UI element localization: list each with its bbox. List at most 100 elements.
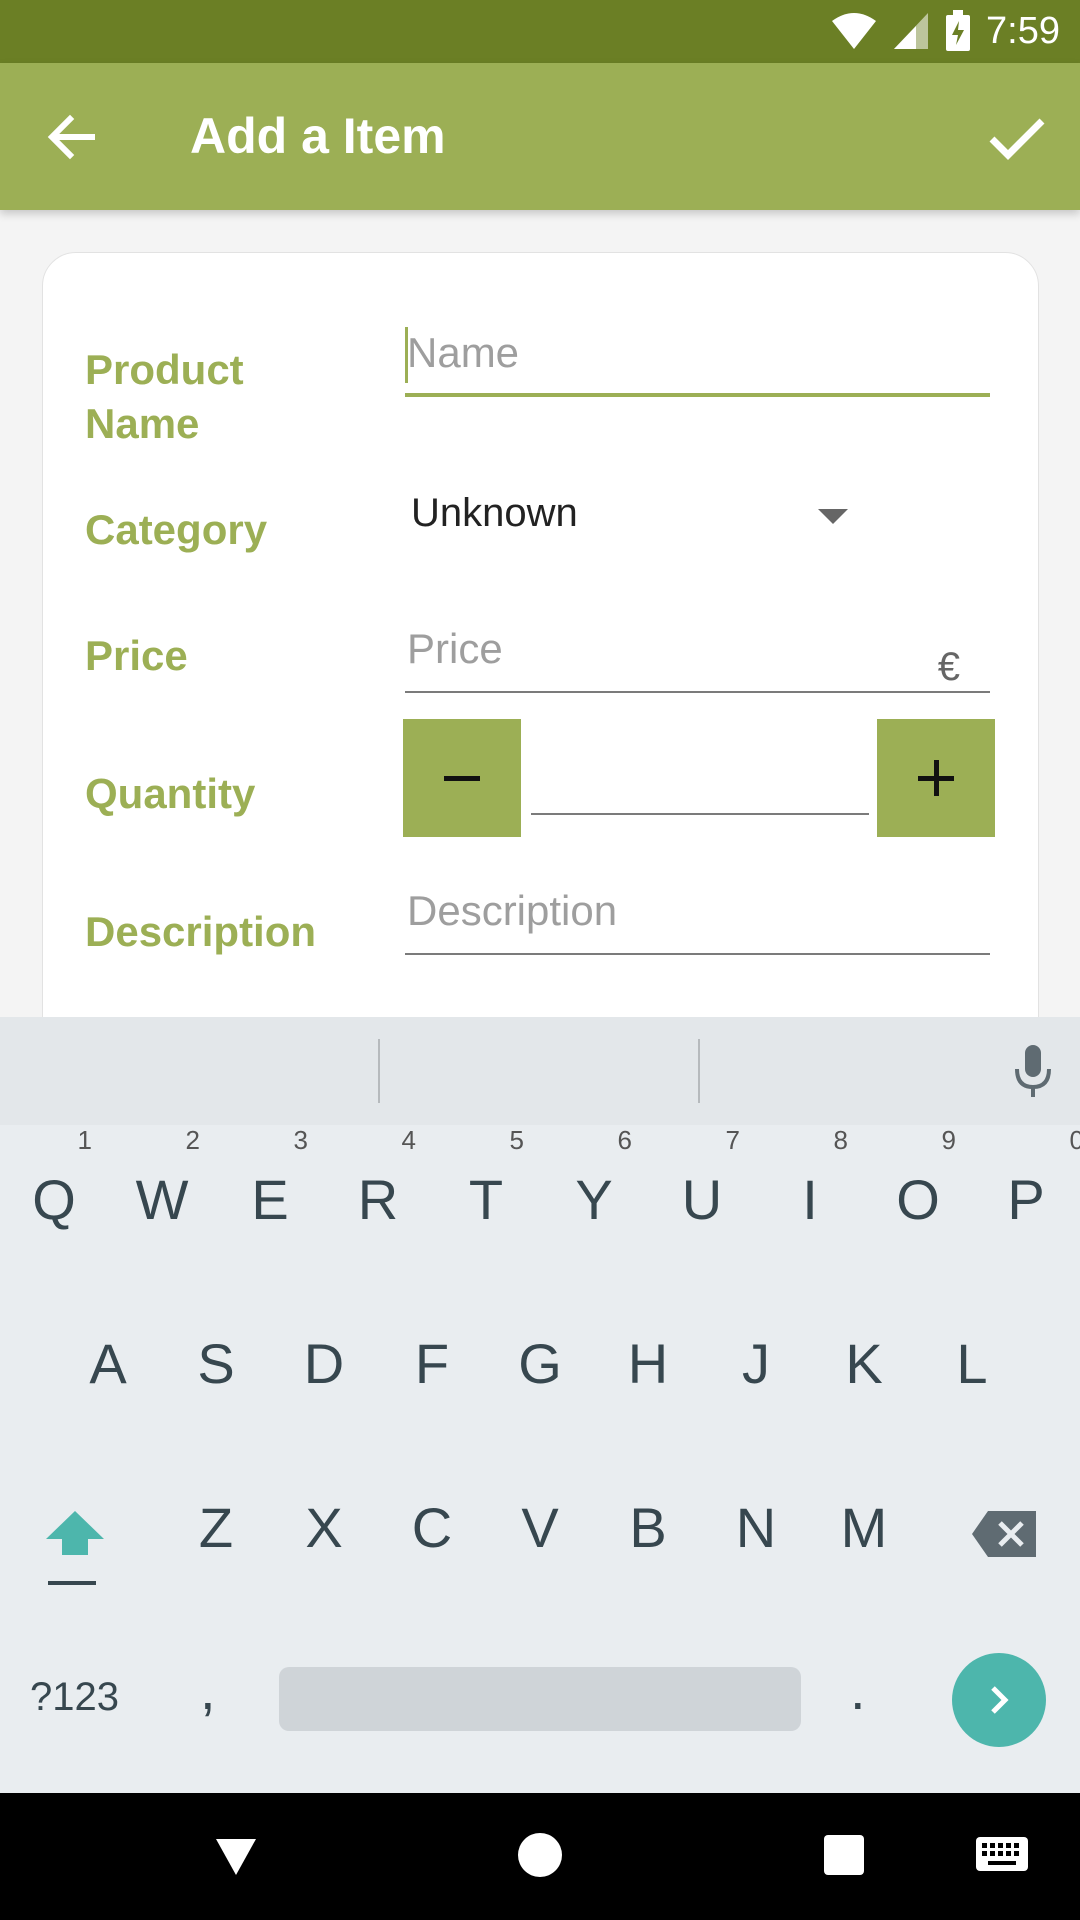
comma-key[interactable]: , xyxy=(200,1657,216,1722)
key-d[interactable]: D xyxy=(270,1331,378,1396)
key-c[interactable]: C xyxy=(378,1495,486,1560)
dropdown-arrow-icon[interactable] xyxy=(818,509,848,524)
suggestion-bar xyxy=(0,1017,1080,1125)
chevron-right-icon xyxy=(991,1686,1009,1714)
category-label: Category xyxy=(85,506,268,553)
microphone-icon[interactable] xyxy=(1012,1043,1054,1099)
plus-icon xyxy=(918,760,954,796)
key-a[interactable]: A xyxy=(54,1331,162,1396)
price-underline xyxy=(405,691,990,693)
description-input[interactable]: Description xyxy=(405,887,990,957)
key-label: I xyxy=(802,1168,818,1231)
key-k[interactable]: K xyxy=(810,1331,918,1396)
key-hint: 4 xyxy=(401,1125,416,1155)
suggestion-divider xyxy=(378,1039,380,1103)
description-underline xyxy=(405,953,990,955)
product-name-input[interactable]: Name xyxy=(405,317,990,397)
key-l[interactable]: L xyxy=(918,1331,1026,1396)
currency-symbol: € xyxy=(937,645,960,689)
key-f[interactable]: F xyxy=(378,1331,486,1396)
key-q[interactable]: Q1 xyxy=(0,1125,108,1232)
symbols-key[interactable]: ?123 xyxy=(30,1675,119,1720)
key-s[interactable]: S xyxy=(162,1331,270,1396)
suggestion-divider xyxy=(698,1039,700,1103)
app-bar: Add a Item xyxy=(0,63,1080,210)
nav-recents-icon[interactable] xyxy=(824,1835,864,1875)
period-key[interactable]: . xyxy=(850,1657,866,1722)
key-w[interactable]: W2 xyxy=(108,1125,216,1232)
backspace-icon[interactable] xyxy=(970,1509,1040,1559)
next-key[interactable] xyxy=(952,1653,1046,1747)
price-label: Price xyxy=(85,632,188,679)
key-label: Q xyxy=(32,1168,76,1231)
key-j[interactable]: J xyxy=(702,1331,810,1396)
status-time: 7:59 xyxy=(986,9,1060,52)
wifi-icon xyxy=(832,13,877,49)
quantity-label: Quantity xyxy=(85,770,256,817)
key-g[interactable]: G xyxy=(486,1331,594,1396)
status-icons: 7:59 xyxy=(830,8,1060,54)
key-i[interactable]: I8 xyxy=(756,1125,864,1232)
space-key[interactable] xyxy=(279,1667,801,1731)
product-name-label-line2: Name xyxy=(85,400,200,447)
key-y[interactable]: Y6 xyxy=(540,1125,648,1232)
key-hint: 3 xyxy=(293,1125,308,1155)
key-v[interactable]: V xyxy=(486,1495,594,1560)
key-hint: 8 xyxy=(833,1125,848,1155)
key-label: O xyxy=(896,1168,940,1231)
key-label: E xyxy=(251,1168,289,1231)
check-icon xyxy=(989,118,1045,160)
key-hint: 1 xyxy=(77,1125,92,1155)
battery-charging-icon xyxy=(946,10,971,51)
back-button[interactable] xyxy=(40,105,104,169)
key-u[interactable]: U7 xyxy=(648,1125,756,1232)
key-hint: 6 xyxy=(617,1125,632,1155)
page-title: Add a Item xyxy=(190,108,446,164)
quantity-input[interactable] xyxy=(531,813,869,815)
minus-icon xyxy=(444,776,480,781)
price-input[interactable]: Price € xyxy=(405,625,990,695)
key-label: Y xyxy=(575,1168,613,1231)
save-button[interactable] xyxy=(982,103,1052,173)
navigation-bar xyxy=(0,1793,1080,1920)
nav-back-icon[interactable] xyxy=(214,1837,258,1877)
key-h[interactable]: H xyxy=(594,1331,702,1396)
key-hint: 5 xyxy=(509,1125,524,1155)
key-hint: 7 xyxy=(725,1125,740,1155)
product-name-placeholder: Name xyxy=(407,329,520,376)
category-select[interactable]: Unknown xyxy=(411,491,578,536)
key-hint: 9 xyxy=(941,1125,956,1155)
key-r[interactable]: R4 xyxy=(324,1125,432,1232)
key-label: U xyxy=(681,1168,723,1231)
nav-home-icon[interactable] xyxy=(518,1833,562,1877)
quantity-decrement-button[interactable] xyxy=(403,719,521,837)
key-x[interactable]: X xyxy=(270,1495,378,1560)
key-z[interactable]: Z xyxy=(162,1495,270,1560)
key-label: T xyxy=(468,1168,504,1231)
key-o[interactable]: O9 xyxy=(864,1125,972,1232)
quantity-increment-button[interactable] xyxy=(877,719,995,837)
key-hint: 0 xyxy=(1069,1125,1080,1155)
key-label: W xyxy=(135,1168,189,1231)
product-name-underline xyxy=(405,393,990,397)
keyboard-switch-icon[interactable] xyxy=(974,1835,1030,1875)
key-m[interactable]: M xyxy=(810,1495,918,1560)
signal-icon xyxy=(894,13,929,49)
product-name-label: Product Name xyxy=(85,343,244,451)
key-label: P xyxy=(1007,1168,1045,1231)
price-placeholder: Price xyxy=(407,625,503,672)
key-label: R xyxy=(357,1168,399,1231)
description-placeholder: Description xyxy=(407,887,618,934)
key-b[interactable]: B xyxy=(594,1495,702,1560)
status-bar: 7:59 xyxy=(0,0,1080,63)
description-label: Description xyxy=(85,908,317,955)
arrow-back-icon xyxy=(47,114,95,160)
key-t[interactable]: T5 xyxy=(432,1125,540,1232)
key-p[interactable]: P0 xyxy=(972,1125,1080,1232)
key-n[interactable]: N xyxy=(702,1495,810,1560)
form-card: Product Name Name Category Unknown Price… xyxy=(42,252,1039,1072)
shift-icon[interactable] xyxy=(42,1507,108,1587)
product-name-label-line1: Product xyxy=(85,346,244,393)
key-hint: 2 xyxy=(185,1125,200,1155)
key-e[interactable]: E3 xyxy=(216,1125,324,1232)
